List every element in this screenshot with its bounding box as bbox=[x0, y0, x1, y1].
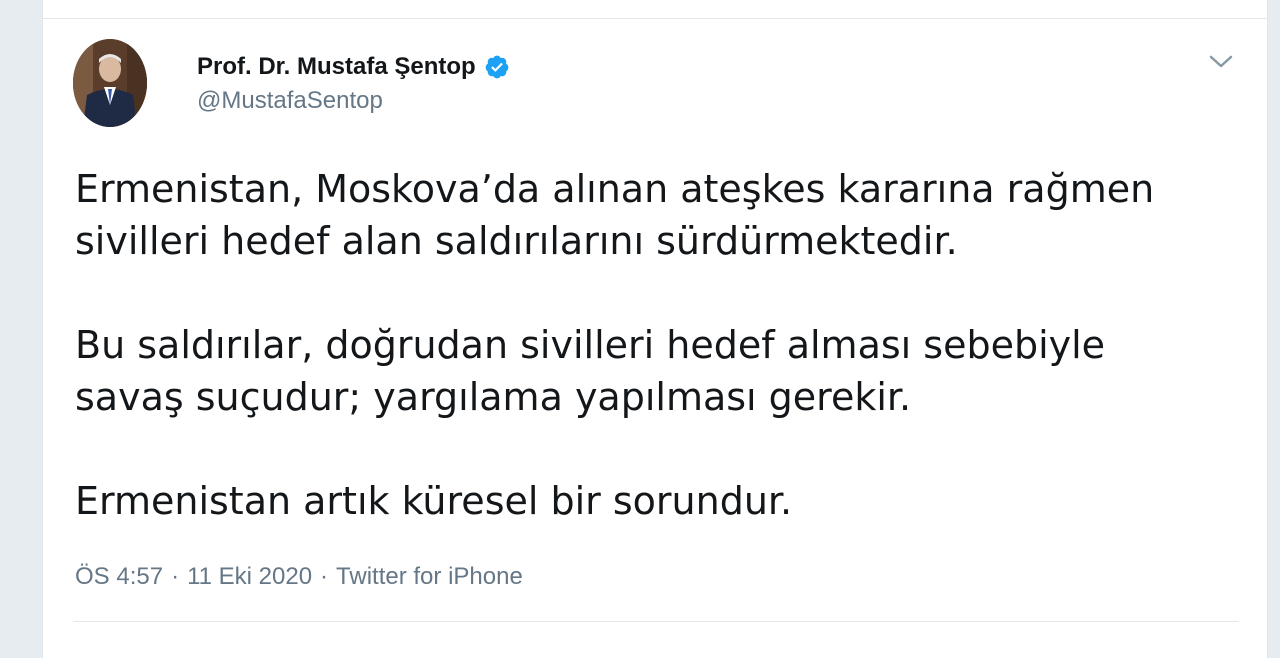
avatar-photo-icon bbox=[73, 39, 147, 127]
tweet-paragraph: Bu saldırılar, doğrudan sivilleri hedef … bbox=[75, 319, 1255, 423]
tweet-line: Bu saldırılar, doğrudan sivilleri hedef … bbox=[75, 323, 1106, 367]
tweet-card: Prof. Dr. Mustafa Şentop @MustafaSentop … bbox=[42, 18, 1268, 658]
verified-badge-icon bbox=[484, 54, 510, 80]
chevron-down-icon[interactable] bbox=[1207, 49, 1235, 73]
tweet-time[interactable]: ÖS 4:57 bbox=[75, 563, 163, 591]
previous-tweet-edge bbox=[42, 0, 1268, 18]
tweet-date[interactable]: 11 Eki 2020 bbox=[187, 563, 312, 591]
tweet-line: savaş suçudur; yargılama yapılması gerek… bbox=[75, 375, 912, 419]
tweet-line: Ermenistan, Moskova’da alınan ateşkes ka… bbox=[75, 167, 1155, 211]
tweet-source[interactable]: Twitter for iPhone bbox=[336, 563, 523, 591]
tweet-paragraph: Ermenistan, Moskova’da alınan ateşkes ka… bbox=[75, 163, 1255, 267]
meta-separator: · bbox=[171, 563, 180, 590]
avatar[interactable] bbox=[73, 39, 147, 127]
author-display-name[interactable]: Prof. Dr. Mustafa Şentop bbox=[197, 53, 476, 81]
author-name-row: Prof. Dr. Mustafa Şentop bbox=[197, 53, 510, 81]
tweet-body: Ermenistan, Moskova’da alınan ateşkes ka… bbox=[75, 163, 1255, 527]
author-handle[interactable]: @MustafaSentop bbox=[197, 87, 383, 115]
tweet-metadata: ÖS 4:57 · 11 Eki 2020 · Twitter for iPho… bbox=[75, 563, 523, 591]
tweet-line: sivilleri hedef alan saldırılarını sürdü… bbox=[75, 219, 958, 263]
tweet-line: Ermenistan artık küresel bir sorundur. bbox=[75, 479, 793, 523]
tweet-paragraph: Ermenistan artık küresel bir sorundur. bbox=[75, 475, 1255, 527]
divider bbox=[73, 621, 1239, 622]
meta-separator: · bbox=[320, 563, 329, 590]
